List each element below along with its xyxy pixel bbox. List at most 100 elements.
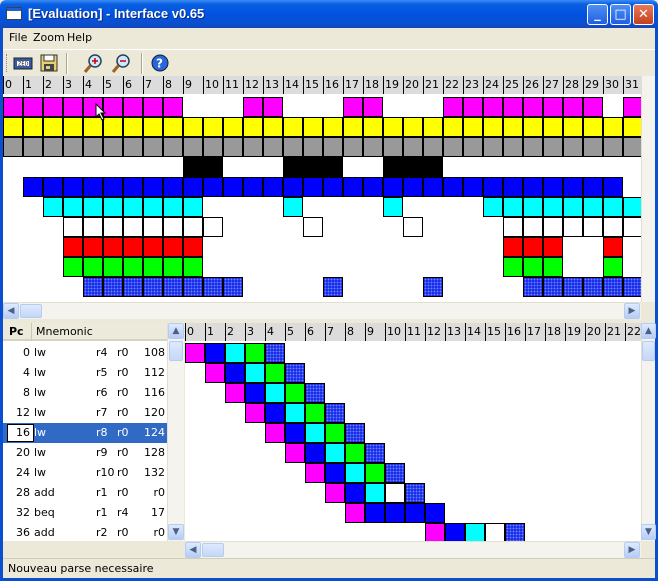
timeline-cell-blue	[43, 177, 63, 197]
timeline-cell-gray	[103, 137, 123, 157]
timeline-cell-yellow	[183, 117, 203, 137]
menu-file[interactable]: File	[9, 31, 27, 44]
list-item[interactable]: 20 lw r9 r0 128	[3, 443, 167, 463]
list-cell-pc: 28	[16, 486, 30, 499]
timeline-cell-blue	[363, 177, 383, 197]
scroll-thumb[interactable]	[20, 304, 42, 318]
scroll-thumb[interactable]	[202, 543, 224, 557]
ruler-tick: 27	[543, 76, 563, 94]
timeline-cell-cyan	[523, 197, 543, 217]
timeline-cell-red	[503, 237, 523, 257]
menu-bar: File Zoom Help	[3, 28, 655, 48]
zoom-in-icon[interactable]	[83, 52, 105, 74]
scroll-down-button[interactable]: ▼	[168, 524, 184, 540]
maximize-button[interactable]: □	[610, 4, 631, 25]
instruction-list[interactable]: Pc Mnemonic 0 lw r4 r0 108 4 lw r5 r0 112 8 lw r6 r0 1…	[3, 323, 167, 541]
timeline-cell-blue	[223, 177, 243, 197]
timeline-cell-red	[543, 237, 563, 257]
top-timeline-pane[interactable]: 0 1 2 3 4 5 6 7 8 9 10 11 12 13 14 15 16 17 18 19 20 21 22 23 24…	[3, 76, 641, 302]
column-header-pc[interactable]: Pc	[3, 323, 32, 341]
timeline-cell-yellow	[363, 117, 383, 137]
timeline-cell-blue	[383, 177, 403, 197]
scroll-thumb[interactable]	[169, 341, 183, 361]
timeline-cell-blue	[583, 177, 603, 197]
timeline-cell-dotted-blue	[423, 277, 443, 297]
list-item[interactable]: 28 add r1 r0 r0	[3, 483, 167, 503]
scroll-left-button[interactable]: ◀	[3, 303, 19, 319]
list-cell-pc: 0	[23, 346, 30, 359]
list-cell-op: lw	[34, 466, 47, 479]
timeline-cell-white	[583, 217, 603, 237]
list-item[interactable]: 8 lw r6 r0 116	[3, 383, 167, 403]
minimize-button[interactable]: _	[587, 4, 608, 25]
list-cell-pc: 12	[16, 406, 30, 419]
list-item[interactable]: 0 lw r4 r0 108	[3, 343, 167, 363]
timeline-cell-white	[623, 217, 641, 237]
timeline-cell-blue	[463, 177, 483, 197]
timeline-cell-yellow	[323, 117, 343, 137]
scroll-down-button[interactable]: ▼	[641, 524, 656, 540]
toolbar-grip[interactable]	[6, 54, 9, 72]
pipeline-horizontal-scrollbar[interactable]: ◀ ▶	[185, 541, 641, 558]
column-header-mnemonic[interactable]: Mnemonic	[32, 323, 167, 341]
ruler-tick: 20	[585, 323, 605, 341]
ruler-tick: 21	[423, 76, 443, 94]
scroll-up-button[interactable]: ▲	[168, 323, 184, 339]
menu-zoom[interactable]: Zoom	[33, 31, 65, 44]
list-cell-op: lw	[34, 406, 47, 419]
top-vertical-scrollbar[interactable]	[641, 76, 655, 302]
pipeline-pane[interactable]: 0 1 2 3 4 5 6 7 8 9 10 11 12 13 14 15 16 17 18 19 20 21 22	[185, 323, 641, 541]
timeline-cell-blue	[183, 177, 203, 197]
list-item[interactable]: 32 beq r1 r4 17	[3, 503, 167, 523]
scroll-right-button[interactable]: ▶	[624, 542, 640, 558]
help-icon[interactable]: ?	[149, 52, 171, 74]
list-item[interactable]: 4 lw r5 r0 112	[3, 363, 167, 383]
scroll-left-button[interactable]: ◀	[185, 542, 201, 558]
list-item[interactable]: 12 lw r7 r0 120	[3, 403, 167, 423]
pipeline-cell-magenta	[185, 343, 205, 363]
timeline-cell-red	[103, 237, 123, 257]
list-cell-c: 17	[151, 506, 165, 519]
ruler-tick: 1	[205, 323, 225, 341]
list-item-selected[interactable]: 16 lw r8 r0 124	[3, 423, 167, 443]
pipeline-cell-dotted-blue	[325, 403, 345, 423]
save-icon[interactable]	[38, 52, 60, 74]
timeline-cell-gray	[263, 137, 283, 157]
timeline-cell-red	[603, 237, 623, 257]
scroll-up-button[interactable]: ▲	[641, 323, 656, 339]
timeline-cell-white	[523, 217, 543, 237]
pipeline-cell-blue	[405, 503, 425, 523]
menu-help[interactable]: Help	[67, 31, 92, 44]
top-horizontal-scrollbar[interactable]: ◀ ▶	[3, 302, 641, 319]
list-item[interactable]: 24 lw r10 r0 132	[3, 463, 167, 483]
title-bar[interactable]: [Evaluation] - Interface v0.65 _ □ ✕	[0, 0, 658, 28]
list-cell-pc: 36	[16, 526, 30, 539]
pipeline-cell-green	[245, 343, 265, 363]
list-cell-c: r0	[153, 486, 165, 499]
timeline-cell-blue	[143, 177, 163, 197]
timeline-cell-blue	[123, 177, 143, 197]
timeline-cell-gray	[3, 137, 23, 157]
timeline-cell-gray	[203, 137, 223, 157]
timeline-cell-gray	[443, 137, 463, 157]
scroll-right-button[interactable]: ▶	[624, 303, 640, 319]
ruler-tick: 11	[405, 323, 425, 341]
ruler-tick: 20	[403, 76, 423, 94]
timeline-cell-gray	[343, 137, 363, 157]
list-item[interactable]: 36 add r2 r0 r0	[3, 523, 167, 541]
ruler-tick: 14	[465, 323, 485, 341]
ruler-tick: 18	[363, 76, 383, 94]
timeline-cell-cyan	[563, 197, 583, 217]
pipeline-vertical-scrollbar[interactable]: ▲ ▼	[641, 323, 656, 541]
pipeline-cell-green	[345, 443, 365, 463]
open-icon[interactable]: ZED	[12, 52, 34, 74]
timeline-cell-black	[403, 157, 423, 177]
close-button[interactable]: ✕	[633, 4, 654, 25]
timeline-cell-yellow	[303, 117, 323, 137]
scroll-thumb[interactable]	[642, 341, 655, 361]
ruler-tick: 15	[303, 76, 323, 94]
list-vertical-scrollbar[interactable]: ▲ ▼	[167, 323, 184, 541]
zoom-out-icon[interactable]	[111, 52, 133, 74]
ruler-tick: 19	[565, 323, 585, 341]
timeline-cell-white	[503, 217, 523, 237]
